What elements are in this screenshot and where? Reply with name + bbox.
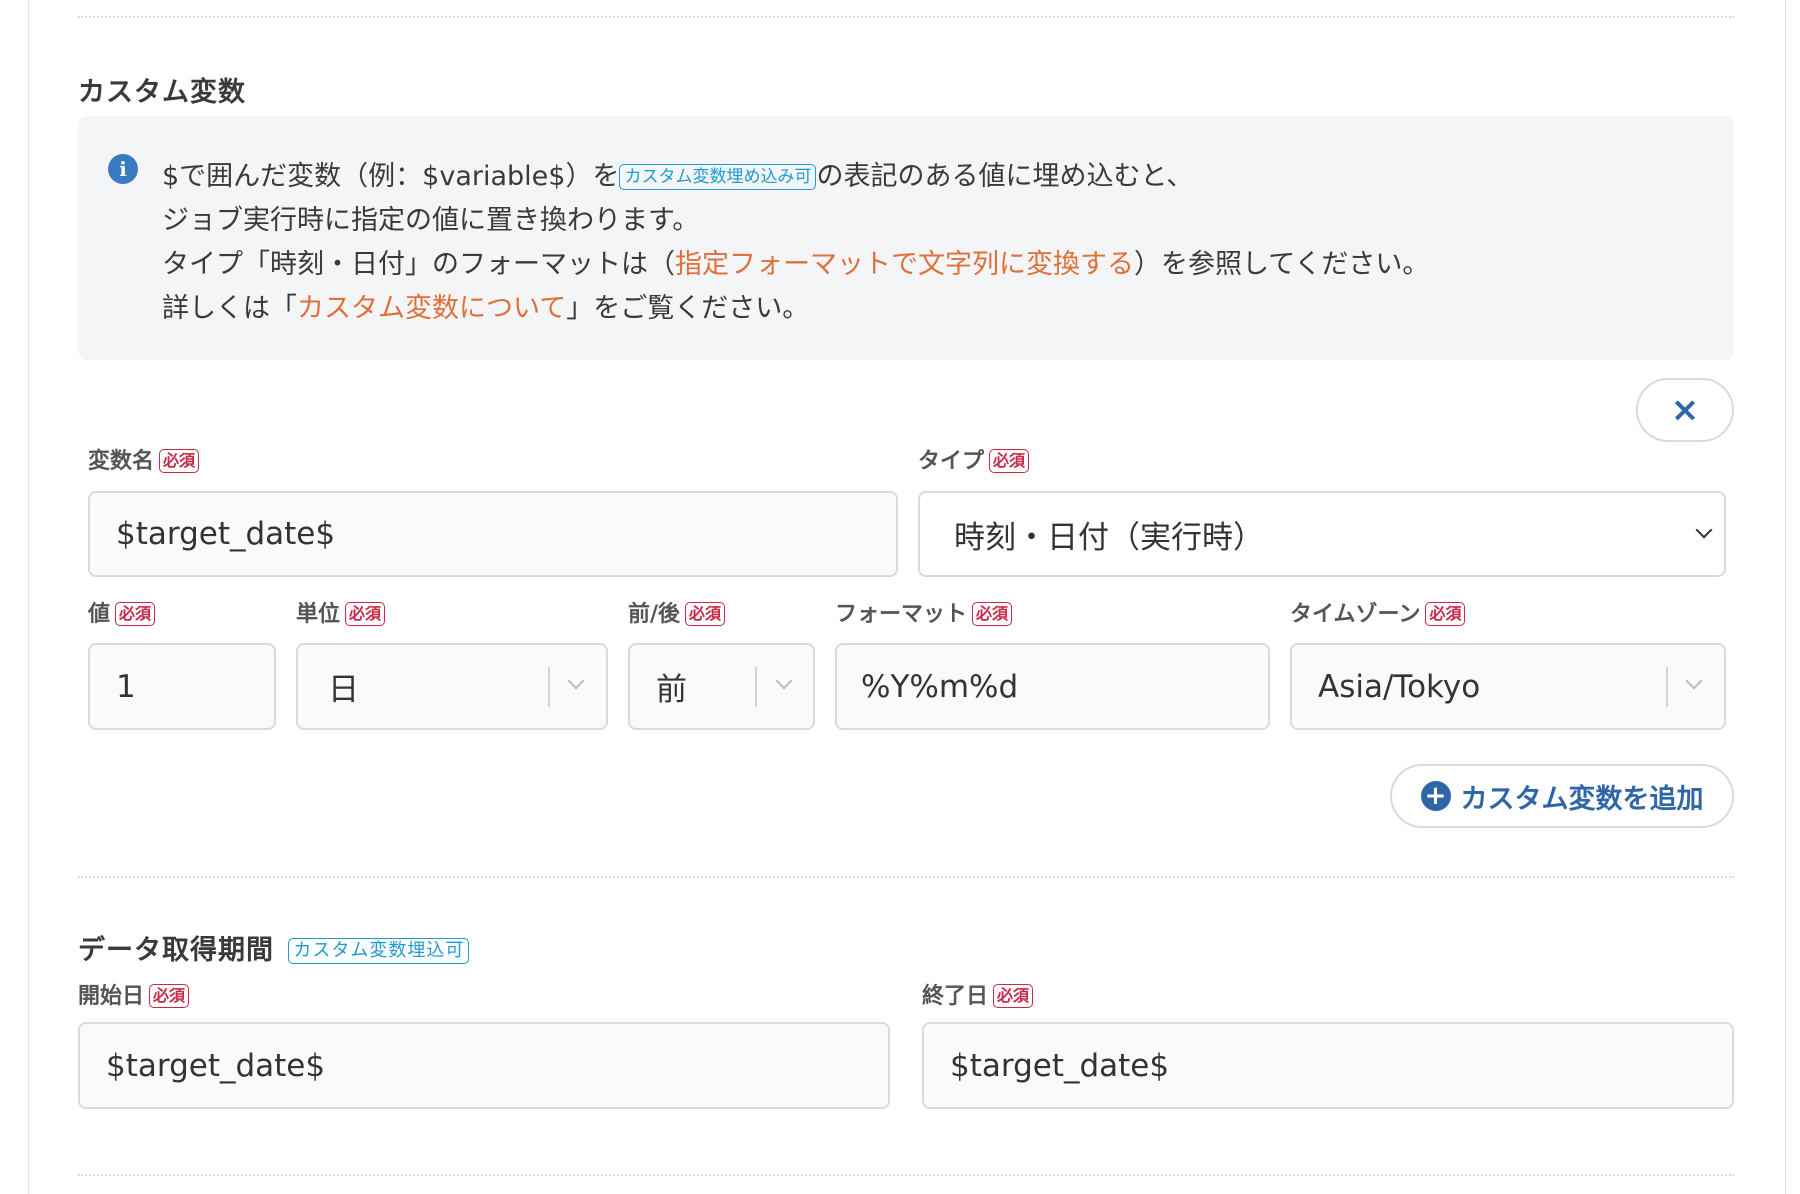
required-badge: 必須 — [345, 602, 386, 626]
embed-allowed-tag: カスタム変数埋込可 — [288, 938, 470, 964]
close-icon: × — [1670, 390, 1700, 430]
required-badge: 必須 — [972, 602, 1013, 626]
unit-label: 単位 必須 — [296, 596, 386, 628]
period-title: データ取得期間 カスタム変数埋込可 — [78, 928, 470, 967]
divider-bottom — [78, 1174, 1734, 1176]
end-date-input[interactable]: $target_date$ — [922, 1022, 1734, 1109]
format-help-link[interactable]: 指定フォーマットで文字列に変換する — [675, 249, 1134, 280]
timezone-label: タイムゾーン 必須 — [1290, 596, 1466, 628]
divider-middle — [78, 876, 1734, 878]
chevron-down-icon — [1695, 521, 1713, 539]
info-line-3: タイプ「時刻・日付」のフォーマットは（指定フォーマットで文字列に変換する）を参照… — [162, 249, 1430, 280]
custom-vars-title: カスタム変数 — [78, 77, 246, 108]
custom-vars-help-link[interactable]: カスタム変数について — [297, 293, 566, 324]
required-badge: 必須 — [989, 449, 1030, 473]
timezone-select[interactable]: Asia/Tokyo — [1290, 643, 1726, 730]
var-name-input[interactable]: $target_date$ — [88, 491, 898, 577]
type-label: タイプ 必須 — [918, 443, 1030, 475]
value-input[interactable]: 1 — [88, 643, 276, 730]
info-line-2: ジョブ実行時に指定の値に置き換わります。 — [162, 205, 700, 236]
select-separator — [548, 667, 550, 707]
select-separator — [1666, 667, 1668, 707]
start-date-label: 開始日 必須 — [78, 978, 190, 1010]
chevron-down-icon — [1685, 672, 1703, 690]
chevron-down-icon — [567, 672, 585, 690]
remove-variable-button[interactable]: × — [1636, 378, 1734, 442]
select-separator — [755, 667, 757, 707]
direction-select[interactable]: 前 — [628, 643, 815, 730]
info-icon: i — [108, 154, 138, 184]
embed-allowed-tag: カスタム変数埋め込み可 — [619, 164, 817, 190]
info-line-1: $で囲んだ変数（例：$variable$）を カスタム変数埋め込み可 の表記のある値… — [162, 161, 1194, 192]
required-badge: 必須 — [115, 602, 156, 626]
add-custom-variable-button[interactable]: + カスタム変数を追加 — [1390, 764, 1734, 828]
value-label: 値必須 — [88, 596, 156, 628]
info-box: i $で囲んだ変数（例：$variable$）を カスタム変数埋め込み可 の表記のあ… — [78, 116, 1734, 360]
required-badge: 必須 — [159, 449, 200, 473]
unit-select[interactable]: 日 — [296, 643, 608, 730]
type-select[interactable]: 時刻・日付（実行時） — [918, 491, 1726, 577]
end-date-label: 終了日 必須 — [922, 978, 1034, 1010]
plus-circle-icon: + — [1420, 781, 1451, 811]
format-label: フォーマット 必須 — [835, 596, 1013, 628]
required-badge: 必須 — [685, 602, 726, 626]
info-line-4: 詳しくは「カスタム変数について」をご覧ください。 — [162, 293, 810, 324]
required-badge: 必須 — [149, 984, 190, 1008]
required-badge: 必須 — [1425, 602, 1466, 626]
required-badge: 必須 — [993, 984, 1034, 1008]
start-date-input[interactable]: $target_date$ — [78, 1022, 890, 1109]
chevron-down-icon — [775, 672, 793, 690]
direction-label: 前/後 必須 — [628, 596, 726, 628]
var-name-label: 変数名 必須 — [88, 443, 200, 475]
divider-top — [78, 16, 1734, 18]
format-input[interactable]: %Y%m%d — [835, 643, 1270, 730]
